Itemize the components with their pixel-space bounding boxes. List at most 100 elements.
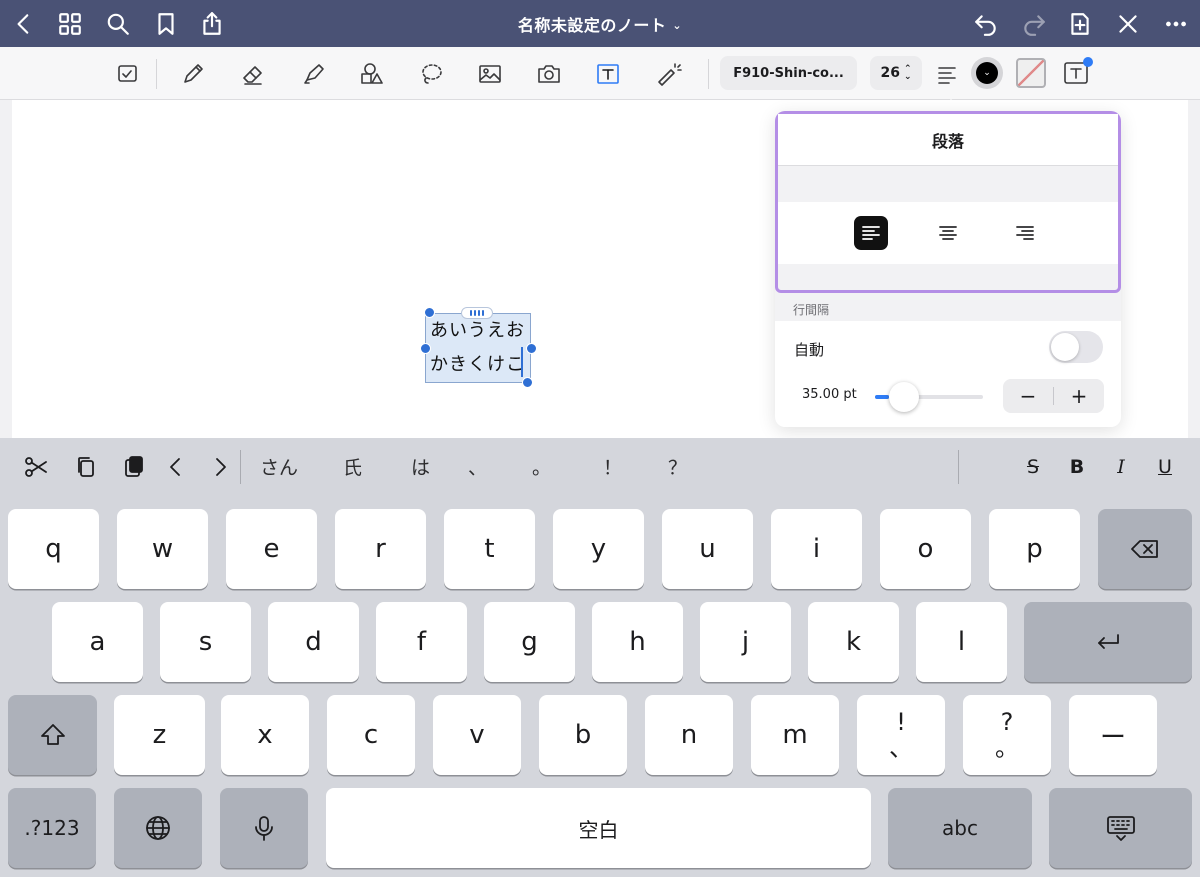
lasso-icon[interactable] (414, 57, 448, 91)
space-key[interactable]: 空白 (326, 788, 871, 868)
paste-icon[interactable] (118, 452, 150, 482)
laser-pointer-icon[interactable] (651, 57, 685, 91)
strikethrough-button[interactable]: S (1020, 452, 1046, 482)
text-line[interactable]: あいうえお (426, 314, 530, 348)
toolbar-divider (708, 59, 709, 89)
decrease-button[interactable]: − (1003, 384, 1053, 408)
key-n[interactable]: n (645, 695, 733, 775)
key-j[interactable]: j (700, 602, 791, 682)
key-c[interactable]: c (327, 695, 415, 775)
candidate-word[interactable]: 氏 (343, 453, 362, 480)
key-z[interactable]: z (114, 695, 205, 775)
text-color-swatch[interactable]: ⌄ (971, 57, 1003, 89)
key-t[interactable]: t (444, 509, 535, 589)
close-tools-icon[interactable] (1112, 8, 1144, 40)
add-page-icon[interactable] (1064, 8, 1096, 40)
font-size-picker[interactable]: 26 ⌃ ⌄ (870, 56, 922, 90)
paragraph-section: 段落 (775, 111, 1121, 293)
delete-key[interactable] (1098, 509, 1192, 589)
key-x[interactable]: x (221, 695, 309, 775)
chevron-left-icon[interactable] (162, 452, 190, 482)
bold-button[interactable]: B (1064, 452, 1090, 482)
align-left-icon (862, 226, 880, 240)
key-u[interactable]: u (662, 509, 753, 589)
align-right-button[interactable] (1008, 216, 1042, 250)
abc-key[interactable]: abc (888, 788, 1032, 868)
candidate-word[interactable]: 。 (532, 453, 551, 480)
return-icon (1098, 634, 1119, 649)
font-picker[interactable]: F910-Shin-co... (720, 56, 857, 90)
key-k[interactable]: k (808, 602, 899, 682)
text-box[interactable]: あいうえお かきくけこ (425, 313, 531, 383)
resize-handle-right[interactable] (526, 343, 537, 354)
text-box-move-handle[interactable] (461, 307, 493, 319)
text-tool-icon[interactable] (591, 57, 625, 91)
key-v[interactable]: v (433, 695, 521, 775)
key-a[interactable]: a (52, 602, 143, 682)
italic-button[interactable]: I (1108, 452, 1134, 482)
eraser-icon[interactable] (236, 57, 270, 91)
more-icon[interactable] (1160, 8, 1192, 40)
auto-label: 自動 (794, 341, 825, 359)
up-down-chevron-icon: ⌃ ⌄ (903, 64, 912, 82)
candidate-word[interactable]: さん (260, 453, 298, 480)
copy-icon[interactable] (70, 452, 102, 482)
resize-handle-bottom-right[interactable] (522, 377, 533, 388)
paragraph-align-icon[interactable] (930, 57, 964, 91)
paragraph-title: 段落 (778, 114, 1118, 166)
key-i[interactable]: i (771, 509, 862, 589)
keyboard-shortcut-bar: さん 氏 は 、 。 ！ ？ S B I U (0, 438, 1200, 496)
key-g[interactable]: g (484, 602, 575, 682)
key-exclaim-comma[interactable]: !、 (857, 695, 945, 775)
camera-icon[interactable] (532, 57, 566, 91)
key-o[interactable]: o (880, 509, 971, 589)
dictation-key[interactable] (220, 788, 308, 868)
key-f[interactable]: f (376, 602, 467, 682)
auto-line-spacing-toggle[interactable] (1049, 331, 1103, 363)
key-p[interactable]: p (989, 509, 1080, 589)
background-color-swatch[interactable] (1016, 58, 1046, 88)
key-s[interactable]: s (160, 602, 251, 682)
key-y[interactable]: y (553, 509, 644, 589)
return-key[interactable] (1024, 602, 1192, 682)
underline-button[interactable]: U (1152, 452, 1178, 482)
numbers-key[interactable]: .?123 (8, 788, 96, 868)
align-center-button[interactable] (931, 216, 965, 250)
pen-icon[interactable] (176, 57, 210, 91)
redo-icon[interactable] (1018, 8, 1050, 40)
globe-key[interactable] (114, 788, 202, 868)
scissors-icon[interactable] (20, 452, 52, 482)
key-h[interactable]: h (592, 602, 683, 682)
candidate-word[interactable]: ！ (603, 453, 622, 480)
candidate-word[interactable]: は (411, 453, 430, 480)
chevron-right-icon[interactable] (206, 452, 234, 482)
key-long-dash[interactable]: ー (1069, 695, 1157, 775)
candidate-word[interactable]: 、 (468, 453, 487, 480)
read-only-mode-icon[interactable] (111, 57, 145, 91)
align-left-button[interactable] (854, 216, 888, 250)
undo-icon[interactable] (970, 8, 1002, 40)
image-icon[interactable] (473, 57, 507, 91)
textbox-style-button[interactable] (1061, 57, 1093, 89)
increase-button[interactable]: + (1054, 384, 1104, 408)
key-e[interactable]: e (226, 509, 317, 589)
key-b[interactable]: b (539, 695, 627, 775)
resize-handle-left[interactable] (420, 343, 431, 354)
dismiss-keyboard-key[interactable] (1049, 788, 1192, 868)
resize-handle-top-left[interactable] (424, 307, 435, 318)
shapes-icon[interactable] (354, 57, 388, 91)
slider-fill (875, 395, 889, 399)
paragraph-popover: 段落 行間隔 自動 35.00 pt − + (775, 111, 1121, 427)
text-line[interactable]: かきくけこ (426, 348, 530, 382)
slider-knob[interactable] (889, 382, 919, 412)
key-question-period[interactable]: ?。 (963, 695, 1051, 775)
highlighter-icon[interactable] (296, 57, 330, 91)
key-q[interactable]: q (8, 509, 99, 589)
candidate-word[interactable]: ？ (668, 453, 687, 480)
key-r[interactable]: r (335, 509, 426, 589)
key-d[interactable]: d (268, 602, 359, 682)
key-l[interactable]: l (916, 602, 1007, 682)
key-w[interactable]: w (117, 509, 208, 589)
key-m[interactable]: m (751, 695, 839, 775)
shift-key[interactable] (8, 695, 97, 775)
